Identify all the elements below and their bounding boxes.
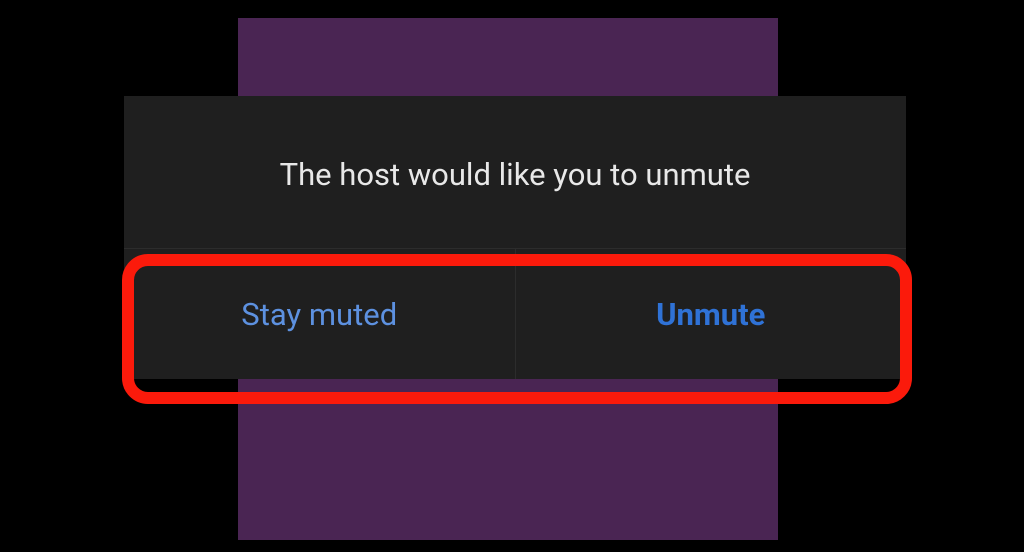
dialog-button-row: Stay muted Unmute <box>124 249 906 379</box>
unmute-button[interactable]: Unmute <box>516 249 907 379</box>
unmute-request-dialog: The host would like you to unmute Stay m… <box>124 96 906 379</box>
stay-muted-button[interactable]: Stay muted <box>124 249 516 379</box>
dialog-message: The host would like you to unmute <box>124 96 906 249</box>
